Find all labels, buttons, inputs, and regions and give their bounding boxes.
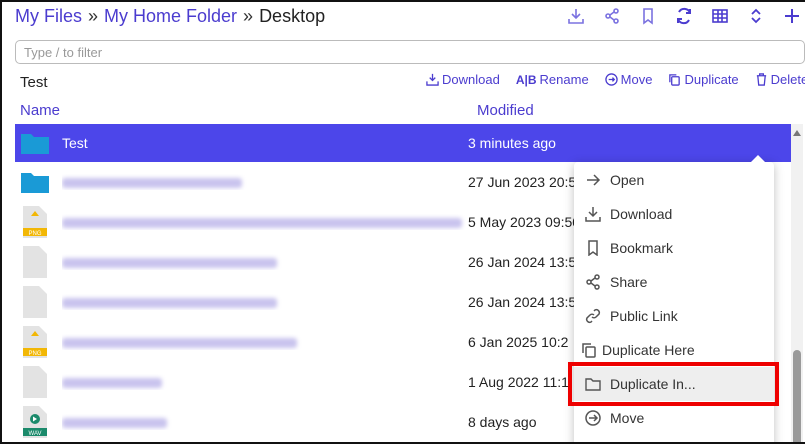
blurred-name: [62, 338, 297, 349]
menu-item-label: Open: [610, 172, 645, 188]
download-action-label: Download: [442, 72, 500, 87]
breadcrumb-my-files[interactable]: My Files: [15, 6, 82, 27]
file-modified: 27 Jun 2023 20:5: [468, 174, 577, 190]
column-header-modified[interactable]: Modified: [477, 102, 534, 119]
file-modified: 1 Aug 2022 11:1: [468, 374, 569, 390]
file-icon: [21, 366, 49, 398]
file-name: Test: [62, 135, 88, 151]
move-icon: [584, 409, 602, 427]
delete-action-label: Delete: [770, 72, 805, 87]
menu-item-move[interactable]: Move: [574, 401, 774, 435]
file-modified: 5 May 2023 09:50: [468, 214, 581, 230]
file-modified: 6 Jan 2025 10:2: [468, 334, 569, 350]
file-name: [62, 254, 466, 270]
link-icon: [584, 307, 602, 325]
breadcrumb: My Files » My Home Folder » Desktop: [15, 6, 325, 27]
file-name: [62, 174, 466, 190]
menu-item-public-link[interactable]: Public Link: [574, 299, 774, 333]
file-browser: My Files » My Home Folder » Desktop Test…: [0, 0, 805, 444]
png-file-icon: PNG: [21, 206, 49, 238]
arrow-right-icon: [584, 171, 602, 189]
add-icon[interactable]: [783, 7, 801, 25]
download-action[interactable]: Download: [426, 72, 500, 87]
wav-file-icon: WAV: [21, 406, 49, 438]
file-icon: [21, 246, 49, 278]
menu-item-open[interactable]: Open: [574, 163, 774, 197]
filter-input[interactable]: [15, 40, 805, 64]
blurred-name: [62, 258, 277, 269]
menu-item-label: Bookmark: [610, 240, 674, 256]
trash-icon: [756, 73, 766, 86]
delete-action[interactable]: Delete: [755, 72, 805, 87]
file-modified: 26 Jan 2024 13:5: [468, 254, 577, 270]
menu-item-bookmark[interactable]: Bookmark: [574, 231, 774, 265]
blurred-name: [62, 418, 167, 429]
file-name: [62, 334, 466, 350]
rename-icon: A|B: [515, 72, 537, 87]
column-header-name[interactable]: Name: [20, 102, 60, 119]
file-type-badge: WAV: [29, 431, 42, 437]
file-row[interactable]: Test 3 minutes ago: [15, 124, 792, 162]
menu-item-label: Share: [610, 274, 648, 290]
selection-title: Test: [20, 74, 48, 91]
menu-item-label: Download: [610, 206, 673, 222]
bookmark-icon: [584, 239, 602, 257]
share-icon: [584, 273, 602, 291]
breadcrumb-separator: »: [243, 6, 254, 26]
png-file-icon: PNG: [21, 326, 49, 358]
file-modified: 26 Jan 2024 13:5: [468, 294, 577, 310]
breadcrumb-separator: »: [88, 6, 99, 26]
move-icon: [604, 73, 618, 86]
refresh-icon[interactable]: [675, 7, 693, 25]
grid-view-icon[interactable]: [711, 7, 729, 25]
menu-item-label: Duplicate Here: [602, 342, 695, 358]
file-icon: [21, 286, 49, 318]
scrollbar[interactable]: [791, 124, 803, 442]
duplicate-action[interactable]: Duplicate: [668, 72, 739, 87]
breadcrumb-current: Desktop: [259, 6, 326, 26]
menu-item-label: Move: [610, 410, 645, 426]
duplicate-action-label: Duplicate: [684, 72, 739, 87]
duplicate-icon: [669, 74, 681, 86]
move-action[interactable]: Move: [604, 72, 653, 87]
scroll-thumb[interactable]: [793, 350, 801, 442]
selection-actions: Download A|B Rename Move Duplicate Delete: [426, 72, 805, 87]
file-name: [62, 374, 466, 390]
scroll-up-arrow[interactable]: [793, 130, 801, 136]
duplicate-icon: [580, 341, 598, 359]
file-modified: 8 days ago: [468, 414, 537, 430]
breadcrumb-home-folder[interactable]: My Home Folder: [104, 6, 237, 27]
menu-item-share[interactable]: Share: [574, 265, 774, 299]
highlight-box: [568, 362, 779, 406]
file-name: [62, 294, 466, 310]
file-type-badge: PNG: [28, 351, 41, 357]
move-action-label: Move: [620, 72, 653, 87]
file-modified: 3 minutes ago: [468, 135, 556, 151]
bookmark-icon[interactable]: [639, 7, 657, 25]
sort-icon[interactable]: [747, 7, 765, 25]
menu-item-download[interactable]: Download: [574, 197, 774, 231]
download-icon: [426, 73, 439, 86]
blurred-name: [62, 298, 277, 309]
blurred-name: [62, 178, 242, 189]
blurred-name: [62, 218, 462, 229]
file-type-badge: PNG: [28, 231, 41, 237]
rename-action[interactable]: A|B Rename: [516, 72, 589, 87]
file-name: [62, 414, 466, 430]
blurred-name: [62, 378, 162, 389]
toolbar-icons: [567, 7, 801, 25]
share-icon[interactable]: [603, 7, 621, 25]
menu-item-label: Public Link: [610, 308, 678, 324]
file-name: [62, 214, 466, 230]
folder-icon: [21, 127, 49, 159]
download-icon: [584, 205, 602, 223]
folder-icon: [21, 166, 49, 198]
rename-action-label: Rename: [539, 72, 589, 87]
download-icon[interactable]: [567, 7, 585, 25]
